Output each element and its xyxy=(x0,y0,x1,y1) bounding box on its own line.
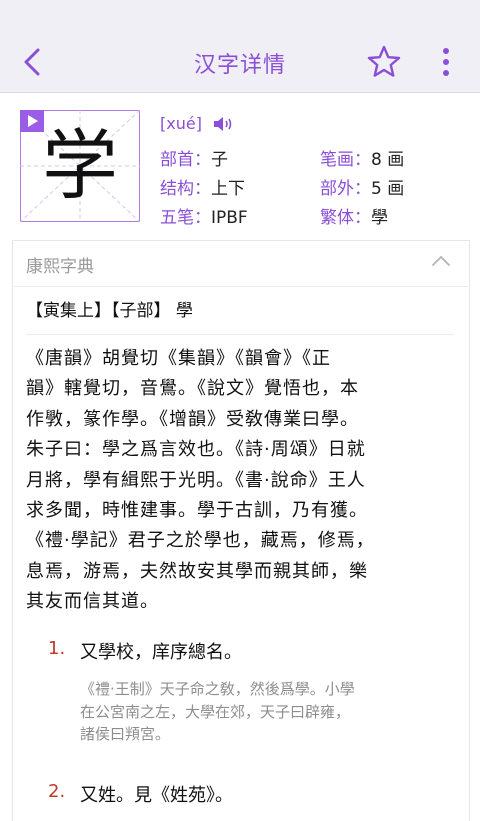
info-label: 部首： xyxy=(160,150,211,170)
quote-line: 諸侯曰頖宮。 xyxy=(80,725,171,743)
divider xyxy=(26,334,454,335)
star-outline-icon[interactable] xyxy=(366,44,402,80)
info-value: 8 画 xyxy=(371,150,405,170)
info-value: 上下 xyxy=(211,179,245,199)
play-icon[interactable] xyxy=(20,110,44,132)
definition-quote: 《禮·王制》天子命之敎，然後爲學。小學 在公宮南之左，大學在郊，天子曰辟雍， 諸… xyxy=(80,678,452,746)
info-value: 子 xyxy=(211,150,228,170)
info-label: 结构： xyxy=(160,179,211,199)
speaker-icon[interactable] xyxy=(212,115,234,133)
kangxi-paragraph: 《唐韻》胡覺切《集韻》《韻會》《正 韻》轄覺切，音鷽。《說文》覺悟也，本 作斆，… xyxy=(26,344,446,618)
paragraph-line: 作斆，篆作學。《增韻》受敎傳業曰學。 xyxy=(26,408,359,430)
info-structure: 结构：上下 xyxy=(160,174,245,199)
paragraph-line: 其友而信其道。 xyxy=(26,591,159,613)
page-title: 汉字详情 xyxy=(193,53,286,78)
info-label: 部外： xyxy=(320,179,371,199)
paragraph-line: 求多聞，時惟建事。學于古訓，乃有獲。 xyxy=(26,500,368,522)
kangxi-card-title: 康熙字典 xyxy=(26,257,94,277)
paragraph-line: 韻》轄覺切，音鷽。《說文》覺悟也，本 xyxy=(26,378,359,400)
paragraph-line: 《唐韻》胡覺切《集韻》《韻會》《正 xyxy=(26,348,331,369)
definition-text: 又姓。見《姓苑》。 xyxy=(80,785,233,806)
info-value: 5 画 xyxy=(371,179,405,199)
paragraph-line: 月將，學有緝熙于光明。《書·說命》王人 xyxy=(26,469,366,491)
definition-text: 又學校，庠序總名。 xyxy=(80,642,242,663)
info-wubi: 五笔：IPBF xyxy=(160,203,248,228)
definition-number: 1. xyxy=(48,638,66,659)
paragraph-line: 《禮·學記》君子之於學也，藏焉，修焉， xyxy=(26,530,375,552)
quote-line: 《禮·王制》天子命之敎，然後爲學。小學 xyxy=(80,680,355,698)
info-radical: 部首：子 xyxy=(160,145,228,170)
chevron-up-icon[interactable] xyxy=(430,250,452,272)
info-label: 笔画： xyxy=(320,150,371,170)
definition-number: 2. xyxy=(48,781,66,802)
paragraph-line: 朱子曰：學之爲言效也。《詩·周頌》日就 xyxy=(26,439,366,461)
quote-line: 在公宮南之左，大學在郊，天子曰辟雍， xyxy=(80,702,351,721)
info-extra-strokes: 部外：5 画 xyxy=(320,174,404,199)
pinyin: [xué] xyxy=(160,114,202,133)
info-traditional: 繁体：學 xyxy=(320,203,388,228)
paragraph-line: 息焉，游焉，夫然故安其學而親其師，樂 xyxy=(26,560,368,582)
info-label: 五笔： xyxy=(160,208,211,228)
info-strokes: 笔画：8 画 xyxy=(320,145,404,170)
info-value: 學 xyxy=(371,208,388,228)
kangxi-section-heading: 【寅集上】【子部】 學 xyxy=(26,301,193,321)
info-value: IPBF xyxy=(211,208,248,228)
info-label: 繁体： xyxy=(320,208,371,228)
vertical-ellipsis-icon[interactable] xyxy=(434,44,458,80)
